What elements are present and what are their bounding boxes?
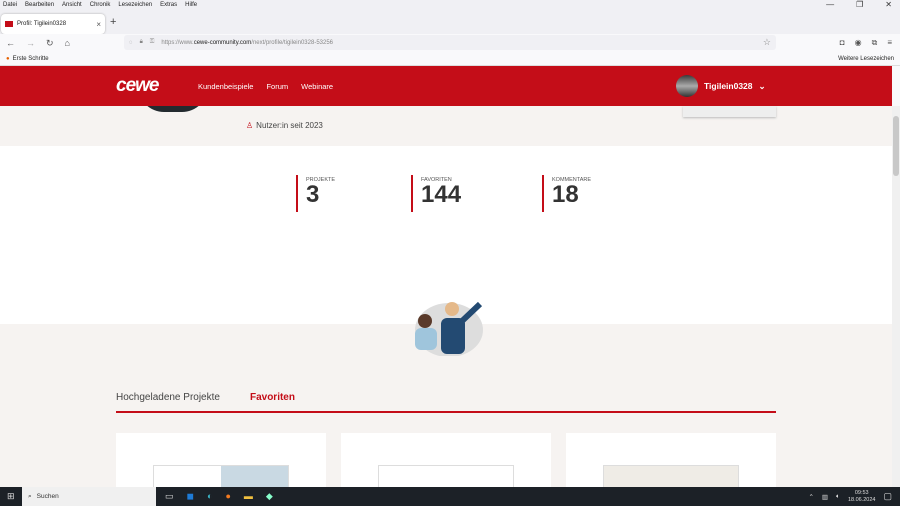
- username: Tigilein0328: [704, 81, 753, 91]
- favicon-icon: [5, 21, 13, 27]
- chevron-down-icon: ⌄: [758, 80, 766, 91]
- firefox-taskbar-icon[interactable]: ●: [225, 491, 230, 502]
- scrollbar[interactable]: [892, 106, 900, 487]
- shield-icon: ◌: [129, 39, 133, 46]
- project-thumbnail: [603, 465, 739, 487]
- edit-profile-button[interactable]: [683, 106, 776, 117]
- other-bookmarks[interactable]: Weitere Lesezeichen: [838, 56, 894, 62]
- project-card[interactable]: [116, 433, 326, 487]
- new-tab-icon[interactable]: +: [110, 16, 116, 28]
- tab-bar: — ❐ ✕ Profil: Tigilein0328 × +: [0, 0, 900, 34]
- project-card[interactable]: [341, 433, 551, 487]
- notifications-icon[interactable]: ▢: [883, 491, 892, 502]
- project-thumbnail: [153, 465, 289, 487]
- windows-start-icon[interactable]: ⊞: [7, 491, 15, 502]
- menu-chronik[interactable]: Chronik: [90, 2, 111, 8]
- explorer-icon[interactable]: ▬: [244, 491, 253, 502]
- stat-value: 144: [421, 181, 462, 208]
- clock[interactable]: 09:53 18.06.2024: [848, 490, 876, 504]
- menu-bar: Datei Bearbeiten Ansicht Chronik Lesezei…: [0, 0, 900, 10]
- chevron-up-icon[interactable]: ⌃: [808, 493, 813, 501]
- bookmark-erste-schritte[interactable]: Erste Schritte: [13, 56, 49, 62]
- tab-title: Profil: Tigilein0328: [17, 21, 67, 27]
- menu-lesezeichen[interactable]: Lesezeichen: [118, 2, 152, 8]
- people-illustration: [415, 301, 483, 356]
- taskbar-search[interactable]: ⌕ Suchen: [22, 487, 156, 506]
- date: 18.06.2024: [847, 496, 876, 503]
- bookmarks-bar: ● Erste Schritte Weitere Lesezeichen: [0, 52, 900, 66]
- firefox-icon: ●: [6, 55, 10, 62]
- minimize-icon[interactable]: —: [826, 0, 834, 9]
- search-icon: ⌕: [28, 492, 32, 500]
- url-bar[interactable]: ◌ 🔒︎ ⚿ https://www.cewe-community.com/next/…: [124, 35, 776, 50]
- profile-stats: PROJEKTE 3 FAVORITEN 144 KOMMENTARE 18: [296, 175, 642, 212]
- stat-projekte: PROJEKTE 3: [296, 175, 411, 212]
- nav-forum[interactable]: Forum: [266, 82, 288, 91]
- tab-hochgeladene-projekte[interactable]: Hochgeladene Projekte: [116, 392, 220, 411]
- taskbar: ⊞ ⌕ Suchen ▭ ◼ ◐ ● ▬ ◆ ⌃ ▥ 🔈︎ 09:53 18.06.2024 ▢: [0, 487, 900, 506]
- user-menu[interactable]: Tigilein0328 ⌄: [676, 75, 766, 97]
- volume-icon[interactable]: 🔈︎: [836, 493, 840, 501]
- app-icon[interactable]: ◆: [266, 491, 273, 502]
- browser-tab[interactable]: Profil: Tigilein0328 ×: [1, 14, 105, 34]
- menu-icon[interactable]: ≡: [887, 38, 892, 48]
- close-tab-icon[interactable]: ×: [96, 20, 101, 29]
- cewe-logo[interactable]: cewe: [116, 75, 159, 97]
- menu-ansicht[interactable]: Ansicht: [62, 2, 82, 8]
- task-view-icon[interactable]: ▭: [165, 491, 174, 502]
- menu-datei[interactable]: Datei: [3, 2, 17, 8]
- extensions-icon[interactable]: ⧉: [872, 38, 878, 48]
- stat-favoriten: FAVORITEN 144: [411, 175, 542, 212]
- web-page: cewe Kundenbeispiele Forum Webinare Tigile…: [0, 66, 892, 487]
- site-header: cewe Kundenbeispiele Forum Webinare Tigile…: [0, 66, 892, 106]
- nav-webinare[interactable]: Webinare: [301, 82, 333, 91]
- restore-icon[interactable]: ❐: [856, 0, 863, 9]
- reload-icon[interactable]: ↻: [46, 38, 54, 49]
- stat-value: 18: [552, 181, 579, 208]
- project-card[interactable]: [566, 433, 776, 487]
- nav-bar: ← → ↻ ⌂ ◌ 🔒︎ ⚿ https://www.cewe-community.com/…: [0, 34, 900, 52]
- time: 09:53: [854, 489, 869, 496]
- window-controls: — ❐ ✕: [826, 0, 892, 9]
- search-label: Suchen: [36, 493, 59, 500]
- lock-icon: 🔒︎: [139, 39, 143, 45]
- url-prefix: https://www.: [161, 39, 194, 46]
- menu-extras[interactable]: Extras: [160, 2, 177, 8]
- person-icon: ♙: [246, 121, 254, 130]
- account-icon[interactable]: ◉: [855, 38, 862, 48]
- project-thumbnail: [378, 465, 514, 487]
- url-domain: cewe-community.com: [193, 39, 252, 46]
- profile-tabs: Hochgeladene Projekte Favoriten: [116, 392, 776, 413]
- pocket-icon[interactable]: ◘: [840, 38, 845, 48]
- tab-favoriten[interactable]: Favoriten: [250, 392, 295, 411]
- back-icon[interactable]: ←: [6, 38, 15, 48]
- member-since: Nutzer:in seit 2023: [256, 121, 323, 130]
- avatar: [676, 75, 698, 97]
- forward-icon[interactable]: →: [26, 38, 35, 48]
- stat-value: 3: [306, 181, 320, 208]
- key-icon: ⚿: [149, 39, 155, 45]
- stat-kommentare: KOMMENTARE 18: [542, 175, 642, 212]
- menu-hilfe[interactable]: Hilfe: [185, 2, 197, 8]
- close-window-icon[interactable]: ✕: [885, 0, 892, 9]
- outlook-icon[interactable]: ◼: [187, 491, 194, 502]
- url-path: /next/profile/tigilein0328-53256: [251, 39, 334, 46]
- menu-bearbeiten[interactable]: Bearbeiten: [25, 2, 54, 8]
- bookmark-star-icon[interactable]: ☆: [763, 37, 771, 48]
- edge-icon[interactable]: ◐: [207, 491, 212, 502]
- profile-hero: ♙ Nutzer:in seit 2023: [0, 86, 892, 146]
- nav-kundenbeispiele[interactable]: Kundenbeispiele: [198, 82, 253, 91]
- home-icon[interactable]: ⌂: [65, 38, 70, 48]
- network-icon[interactable]: ▥: [822, 493, 828, 501]
